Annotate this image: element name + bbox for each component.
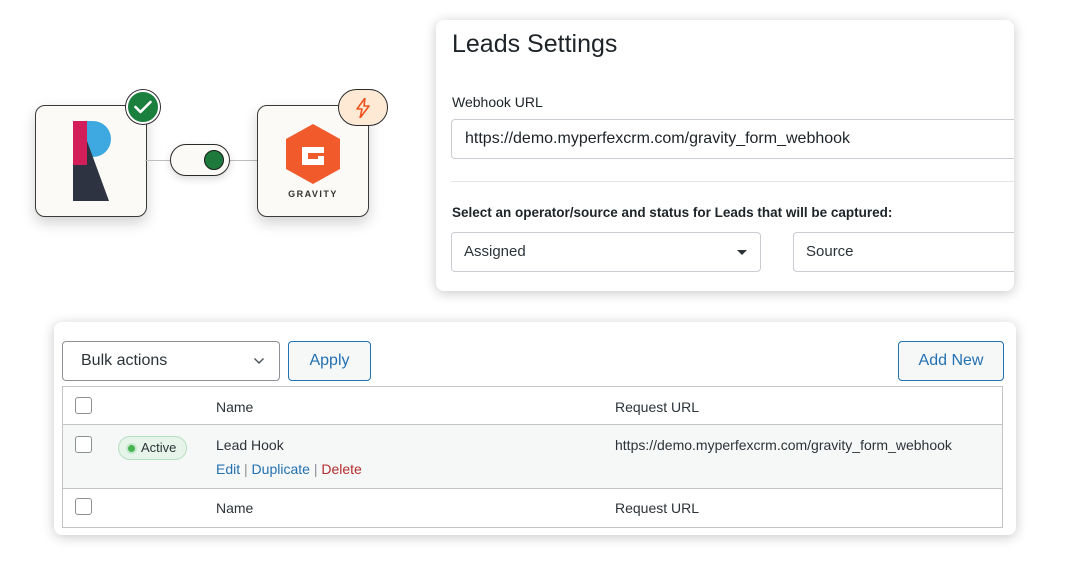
table-header-row: Name Request URL (63, 387, 1002, 425)
duplicate-link[interactable]: Duplicate (252, 461, 310, 477)
column-header-request-url[interactable]: Request URL (615, 399, 699, 415)
operator-select-value: Assigned (464, 243, 526, 260)
connector-line-left (145, 160, 171, 161)
row-name: Lead Hook (216, 437, 284, 453)
source-select[interactable]: Source (793, 232, 1014, 272)
connector-line-right (230, 160, 257, 161)
bulk-actions-select[interactable]: Bulk actions (62, 341, 280, 381)
status-dot-icon (128, 444, 135, 452)
gravity-forms-logo (286, 124, 340, 184)
operator-select[interactable]: Assigned (451, 232, 761, 272)
table-row: Active Lead Hook Edit | Duplicate | Dele… (63, 425, 1002, 489)
bulk-actions-value: Bulk actions (81, 352, 168, 369)
column-footer-name[interactable]: Name (216, 500, 253, 516)
webhook-url-label: Webhook URL (452, 94, 543, 110)
status-badge-label: Active (141, 440, 177, 455)
table-footer-row: Name Request URL (63, 489, 1002, 527)
select-all-checkbox-footer[interactable] (75, 498, 92, 515)
apply-button[interactable]: Apply (288, 341, 371, 381)
row-checkbox[interactable] (75, 436, 92, 453)
status-badge: Active (118, 436, 188, 460)
perfex-app-card (35, 105, 147, 217)
webhook-table: Name Request URL Active Lead Hook Edit |… (62, 386, 1003, 528)
column-header-name[interactable]: Name (216, 399, 253, 415)
action-separator: | (244, 461, 252, 477)
connection-toggle[interactable] (170, 144, 230, 176)
source-select-value: Source (806, 243, 854, 260)
webhook-url-input[interactable]: https://demo.myperfexcrm.com/gravity_for… (451, 119, 1014, 159)
lightning-bolt-icon (338, 89, 388, 126)
capture-label: Select an operator/source and status for… (452, 205, 893, 220)
divider (451, 181, 1014, 182)
select-all-checkbox[interactable] (75, 397, 92, 414)
gravity-wordmark: GRAVITY (288, 189, 338, 199)
webhook-list-panel: Bulk actions Apply Add New Name Request … (54, 322, 1016, 535)
page-title: Leads Settings (452, 30, 618, 58)
check-icon (126, 90, 160, 124)
toggle-knob (204, 150, 224, 170)
add-new-button[interactable]: Add New (898, 341, 1004, 381)
row-request-url: https://demo.myperfexcrm.com/gravity_for… (615, 437, 952, 453)
delete-link[interactable]: Delete (321, 461, 361, 477)
row-actions: Edit | Duplicate | Delete (216, 461, 362, 477)
chevron-down-icon (737, 250, 747, 255)
column-footer-request-url[interactable]: Request URL (615, 500, 699, 516)
chevron-down-icon (253, 357, 265, 365)
perfex-logo (73, 121, 111, 201)
leads-settings-panel: Leads Settings Webhook URL https://demo.… (436, 20, 1014, 291)
edit-link[interactable]: Edit (216, 461, 240, 477)
